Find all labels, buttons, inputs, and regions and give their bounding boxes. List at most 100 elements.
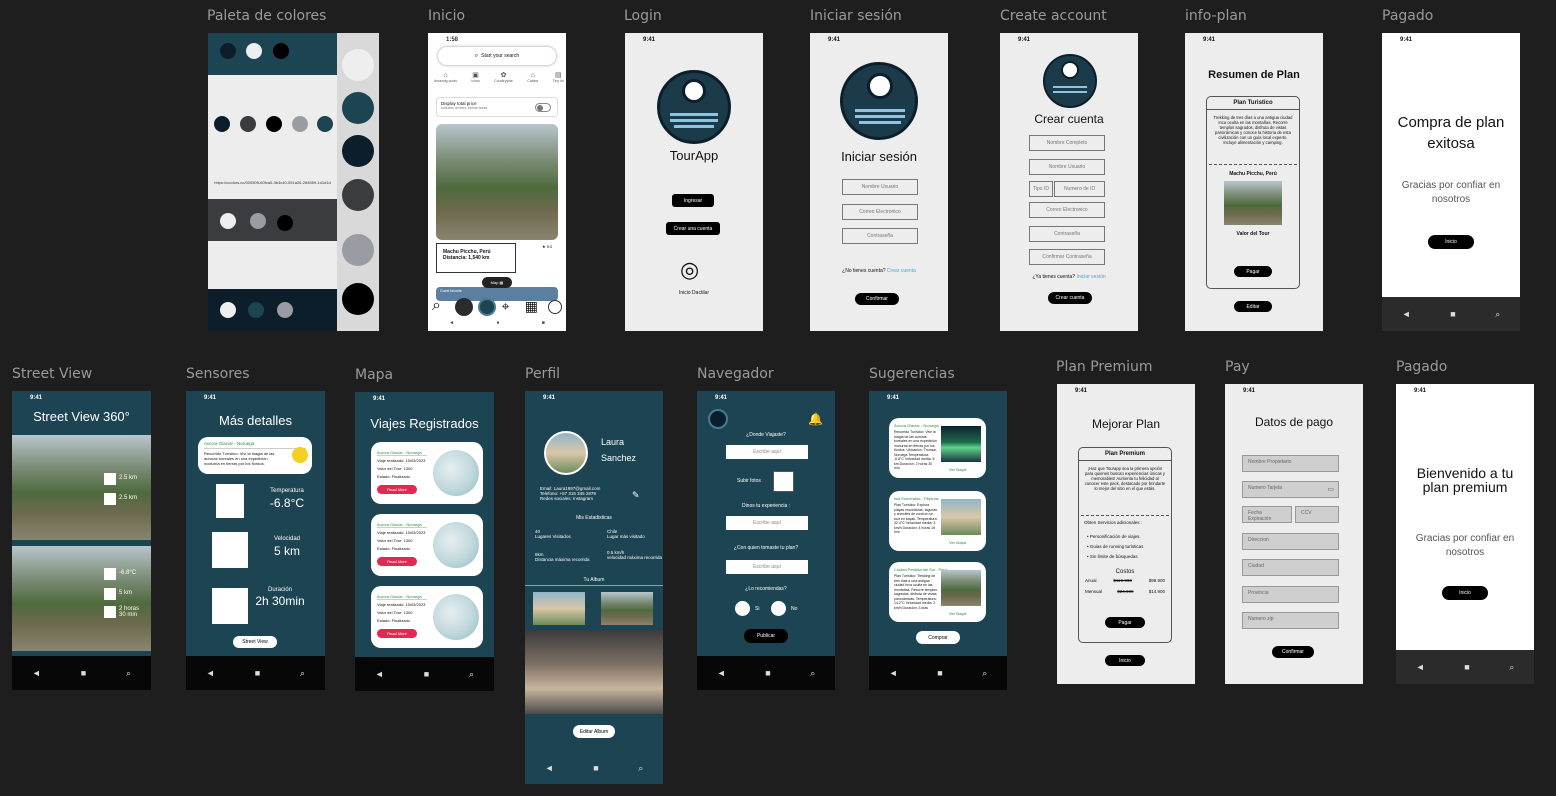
search-icon[interactable]: ⌕	[432, 298, 450, 316]
tab-tiny-homes[interactable]: ▤ Tiny ho	[553, 71, 564, 83]
pay-button[interactable]: Pagar	[1105, 617, 1145, 628]
read-more-button[interactable]: Read More	[377, 557, 417, 566]
fullname-input[interactable]: Nombre Completo	[1029, 135, 1105, 151]
username-input[interactable]: Nombre Usuario	[1029, 159, 1105, 175]
map-pin-icon[interactable]: ⌖	[502, 298, 520, 316]
back-icon[interactable]: ◄	[375, 669, 384, 679]
album-photo[interactable]	[533, 592, 585, 625]
home-button[interactable]: Inicio	[1442, 586, 1488, 600]
home-icon[interactable]: ■	[1450, 309, 1455, 319]
tourapp-logo-icon[interactable]	[478, 298, 497, 316]
search-bar[interactable]: ⌕ Start your search	[438, 47, 556, 65]
view-map-link[interactable]: Ver Mapa	[949, 611, 966, 616]
confirm-button[interactable]: Confirmar	[855, 293, 899, 305]
pay-button[interactable]: Pagar	[1234, 266, 1272, 277]
province-input[interactable]: Provincia	[1242, 586, 1339, 603]
home-icon[interactable]: ■	[81, 668, 86, 678]
city-input[interactable]: Ciudad	[1242, 559, 1339, 576]
place-card[interactable]: Machu Picchu, Perú Distancia: 1,540 km	[436, 243, 516, 273]
ingresar-button[interactable]: Ingresar	[672, 194, 714, 207]
suggestion-card[interactable]: Ciudad Perdida del Sol - Perú Plan Turís…	[889, 562, 986, 622]
home-icon[interactable]: ■	[765, 668, 770, 678]
album-photo-large[interactable]	[525, 630, 663, 714]
street-view-1[interactable]: 2.5 km 2.5 km	[12, 435, 151, 540]
edit-button[interactable]: Editar	[1234, 301, 1272, 312]
password-input[interactable]: Contraseña	[1029, 226, 1105, 242]
create-account-link[interactable]: Crear cuenta	[887, 268, 916, 274]
search-icon[interactable]: ⌕	[810, 668, 815, 679]
login-link[interactable]: Iniciar sesión	[1076, 274, 1105, 280]
view-map-link[interactable]: Ver Mapa	[949, 540, 966, 545]
zip-input[interactable]: Numero zip	[1242, 612, 1339, 629]
home-icon[interactable]: ■	[937, 668, 942, 678]
email-input[interactable]: Correo Electronico	[842, 204, 918, 220]
email-input[interactable]: Correo Electronico	[1029, 202, 1105, 218]
where-input[interactable]: Escribe aquí	[726, 445, 808, 459]
back-icon[interactable]: ◄	[889, 668, 898, 678]
back-icon[interactable]: ◄	[1402, 309, 1411, 319]
recent-icon[interactable]: ■	[542, 320, 545, 326]
id-type-input[interactable]: Tipo ID	[1029, 181, 1053, 197]
trip-card[interactable]: Aurora Glaciar - Noruega Viaje realizado…	[371, 514, 483, 576]
password-input[interactable]: Contraseña	[842, 228, 918, 244]
search-icon[interactable]: ⌕	[1495, 309, 1500, 320]
search-icon[interactable]: ⌕	[300, 668, 305, 679]
expiry-input[interactable]: Fecha Expiración	[1242, 506, 1292, 523]
home-icon[interactable]: ■	[424, 669, 429, 679]
search-icon[interactable]: ⌕	[638, 763, 643, 774]
tab-amazing-pools[interactable]: ⌂ Amazing pools	[434, 72, 457, 83]
radio-no[interactable]	[771, 601, 786, 616]
search-icon[interactable]: ⌕	[469, 669, 474, 680]
tourapp-logo-icon[interactable]	[708, 409, 728, 429]
username-input[interactable]: Nombre Usuario	[842, 179, 918, 195]
confirm-password-input[interactable]: Confirmar Contraseña	[1029, 249, 1105, 265]
back-icon[interactable]: ◄	[545, 763, 554, 773]
trip-card[interactable]: Aurora Glaciar - Noruega Viaje realizado…	[371, 586, 483, 648]
buy-button[interactable]: Comprar	[916, 631, 960, 644]
address-input[interactable]: Direccion	[1242, 533, 1339, 550]
back-icon[interactable]: ◄	[206, 668, 215, 678]
avatar[interactable]	[544, 431, 588, 475]
home-icon[interactable]: ●	[496, 320, 499, 326]
map-button[interactable]: Map ▦	[482, 277, 512, 288]
cvv-input[interactable]: CCV	[1295, 506, 1339, 523]
album-photo[interactable]	[601, 592, 653, 625]
create-account-button[interactable]: Crear cuenta	[1048, 292, 1092, 304]
search-icon[interactable]: ⌕	[126, 668, 131, 679]
confirm-button[interactable]: Confirmar	[1272, 646, 1314, 658]
back-icon[interactable]: ◄	[32, 668, 41, 678]
search-icon[interactable]: ⌕	[982, 668, 987, 679]
upload-photo-icon[interactable]	[773, 471, 794, 492]
search-icon[interactable]: ⌕	[1509, 662, 1514, 673]
home-button[interactable]: Inicio	[1105, 655, 1145, 666]
profile-icon[interactable]	[547, 300, 562, 314]
home-icon[interactable]: ■	[255, 668, 260, 678]
street-view-2[interactable]: -6.8°C 5 km 2 horas 30 min	[12, 546, 151, 651]
edit-profile-icon[interactable]: ✎	[632, 490, 640, 501]
tab-countryside[interactable]: ✿ Countryside	[494, 71, 513, 83]
read-more-button[interactable]: Read More	[377, 629, 417, 638]
back-icon[interactable]: ◄	[717, 668, 726, 678]
suggestion-card[interactable]: Aurora Glaciar - Noruega Recorrido Turís…	[889, 418, 986, 478]
with-whom-input[interactable]: Escribe aquí	[726, 560, 808, 574]
crear-cuenta-button[interactable]: Crear una cuenta	[666, 222, 720, 235]
card-number-input[interactable]: Numero Tarjeta ▭	[1242, 481, 1339, 498]
home-icon[interactable]: ■	[1464, 662, 1469, 672]
owner-input[interactable]: Nombre Propietario	[1242, 455, 1339, 472]
price-toggle[interactable]	[535, 103, 551, 112]
radio-yes[interactable]	[735, 601, 750, 616]
read-more-button[interactable]: Read More	[377, 485, 417, 494]
trip-card[interactable]: Aurora Glaciar - Noruega Viaje realizado…	[371, 442, 483, 504]
back-icon[interactable]: ◄	[1416, 662, 1425, 672]
machu-picchu-photo[interactable]	[436, 124, 558, 240]
back-icon[interactable]: ◄	[449, 320, 454, 326]
edit-album-button[interactable]: Editar Album	[573, 725, 615, 738]
home-icon[interactable]: ■	[593, 763, 598, 773]
tab-icons[interactable]: ▣ Icons	[471, 71, 479, 83]
home-button[interactable]: Inicio	[1428, 235, 1474, 249]
map-icon[interactable]: ▦	[525, 298, 543, 316]
tab-cabins[interactable]: ⌂ Cabins	[527, 72, 538, 83]
id-number-input[interactable]: Numero de ID	[1054, 181, 1105, 197]
suggestion-card[interactable]: Isla Esmeralda - Filipinas Plan Turístic…	[889, 491, 986, 551]
view-map-link[interactable]: Ver Mapa	[949, 467, 966, 472]
